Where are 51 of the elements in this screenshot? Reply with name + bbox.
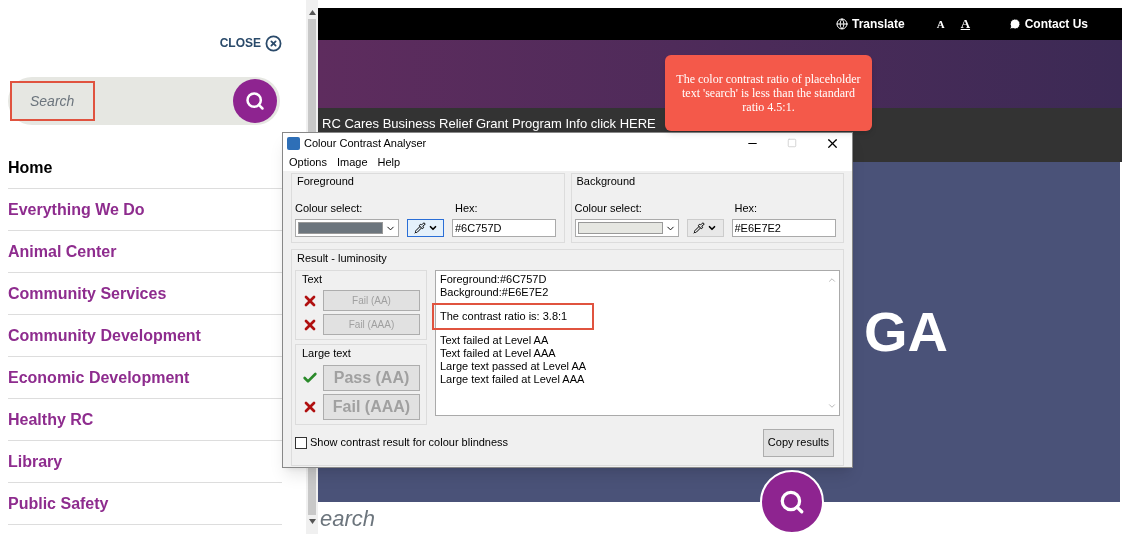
search-icon: [245, 91, 265, 111]
search-icon: [779, 489, 805, 515]
chevron-icon: [427, 223, 438, 233]
colour-dropdown[interactable]: [295, 219, 399, 237]
group-legend: Text: [302, 270, 420, 287]
group-legend: Large text: [302, 345, 420, 362]
picker-button[interactable]: [407, 219, 444, 237]
log-line: Foreground:#6C757D: [440, 272, 548, 286]
menu-item[interactable]: Options: [289, 153, 327, 171]
menu-item[interactable]: Help: [377, 153, 401, 171]
scroll-up-icon[interactable]: [308, 10, 316, 15]
eyedropper-icon: [693, 222, 705, 234]
close-icon[interactable]: [265, 34, 282, 52]
field-label: Hex:: [455, 200, 478, 216]
nav-link[interactable]: Public Safety: [8, 483, 282, 525]
checkbox[interactable]: [295, 436, 307, 449]
window-title: Colour Contrast Analyser: [304, 135, 428, 151]
search-button[interactable]: [233, 79, 277, 123]
eyedropper-icon: [413, 222, 426, 234]
text-size-link[interactable]: A: [960, 14, 971, 34]
panel-legend: Foreground: [297, 173, 561, 190]
search-field[interactable]: Search: [10, 81, 95, 121]
log-line: Text failed at Level AAA: [440, 346, 557, 360]
panel-legend: Background: [576, 173, 840, 190]
field-label: Hex:: [734, 200, 758, 216]
text-size-link[interactable]: A: [936, 15, 945, 33]
globe-icon: [836, 18, 848, 30]
log-line: Text failed at Level AA: [440, 333, 550, 347]
hex-field[interactable]: #6C757D: [452, 219, 556, 237]
announcement-link[interactable]: RC Cares Business Relief Grant Program Info click HERE: [322, 114, 656, 134]
speech-bubble-icon: [1008, 18, 1021, 30]
colour-dropdown[interactable]: [574, 219, 679, 237]
translate-link[interactable]: Translate: [852, 15, 905, 33]
annotation-callout: The color contrast ratio of placeholder text 'search' is less than the standard ratio 4.5:1.: [665, 55, 872, 131]
checkbox-label: Show contrast result for colour blindness: [310, 435, 509, 451]
log-line: Large text failed at Level AAA: [440, 372, 586, 386]
hero-title: GA: [863, 300, 949, 364]
app-icon: [287, 136, 300, 150]
scroll-down-icon[interactable]: [308, 519, 316, 524]
copy-results-button[interactable]: Copy results: [762, 428, 834, 457]
contact-link[interactable]: Contact Us: [1024, 15, 1088, 33]
menu-item[interactable]: Image: [336, 153, 368, 171]
field-label: Colour select:: [295, 200, 364, 216]
hex-field[interactable]: #E6E7E2: [731, 219, 836, 237]
nav-link[interactable]: Library: [8, 441, 282, 483]
log-line: Large text passed at Level AA: [440, 359, 588, 373]
chevron-icon: [707, 223, 717, 233]
log-line: Background:#E6E7E2: [440, 285, 550, 299]
close-link[interactable]: CLOSE: [219, 34, 261, 52]
field-label: Colour select:: [574, 200, 643, 216]
panel-legend: Result - luminosity: [297, 250, 840, 267]
